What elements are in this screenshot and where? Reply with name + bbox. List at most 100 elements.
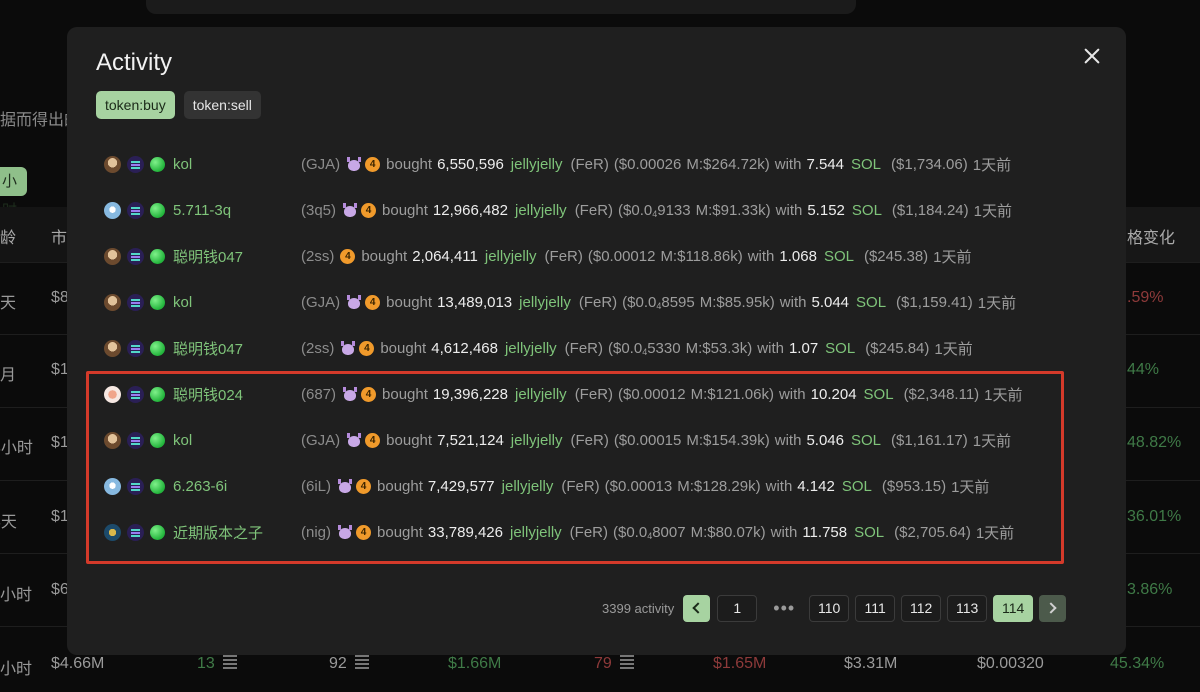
token-price: ($0.00012 — [588, 248, 656, 265]
usd-value: ($953.15) — [881, 477, 947, 495]
trader-name[interactable]: 聪明钱047 — [173, 338, 301, 359]
page-button[interactable]: 111 — [855, 594, 896, 622]
avatar[interactable] — [104, 523, 121, 541]
devil-icon — [342, 202, 358, 218]
trader-name[interactable]: kol — [173, 156, 301, 173]
sol-amount: 5.152 — [807, 201, 845, 219]
with-label: with — [778, 385, 806, 403]
timestamp: 1天前 — [934, 340, 973, 358]
trader-name[interactable]: 聪明钱047 — [173, 246, 301, 267]
token-symbol: (FeR) — [578, 293, 618, 311]
solana-icon — [127, 293, 144, 311]
market-cap: M:$80.07k) — [690, 523, 766, 541]
token-name[interactable]: jellyjelly — [511, 156, 563, 173]
token-name[interactable]: jellyjelly — [515, 386, 567, 403]
row-icons — [104, 523, 173, 541]
next-page-button[interactable] — [1039, 594, 1067, 622]
solana-icon — [127, 477, 144, 495]
market-cap: M:$118.86k) — [660, 247, 743, 265]
avatar[interactable] — [104, 155, 121, 173]
avatar[interactable] — [104, 477, 121, 495]
trader-name[interactable]: 聪明钱024 — [173, 384, 301, 405]
trader-address: (GJA) — [301, 293, 341, 311]
level-badge: 4 — [365, 294, 381, 310]
close-icon[interactable] — [1080, 44, 1104, 68]
activity-list: kol (GJA) 4 bought 6,550,596 jellyjelly (FeR)(… — [104, 141, 1094, 555]
trader-address: (2ss) — [301, 247, 335, 265]
avatar[interactable] — [104, 431, 121, 449]
sol-label: SOL — [854, 523, 885, 541]
price-digits: 8007 — [652, 523, 686, 541]
usd-value: ($2,348.11) — [903, 385, 980, 403]
page-button-current[interactable]: 114 — [993, 594, 1034, 622]
price-value: ($0.0 — [607, 339, 643, 357]
trader-name[interactable]: kol — [173, 432, 301, 449]
background-change: 36.01% — [1127, 508, 1182, 525]
trader-address: (GJA) — [301, 155, 341, 173]
usd-value: ($1,734.06) — [891, 155, 968, 173]
token-name[interactable]: jellyjelly — [502, 478, 554, 495]
background-col-market: 市 — [51, 230, 68, 247]
sol-label: SOL — [851, 201, 882, 219]
background-age: 3小时 — [0, 440, 33, 457]
green-status-icon — [150, 478, 165, 494]
trader-address: (6iL) — [301, 477, 332, 495]
activity-row: kol (GJA) 4 bought 6,550,596 jellyjelly (FeR) (… — [104, 141, 1094, 187]
token-amount: 12,966,482 — [432, 201, 508, 219]
market-cap: M:$53.3k) — [685, 339, 753, 357]
trader-name[interactable]: 5.711-3q — [173, 202, 301, 219]
price-value: ($0.00013 — [604, 477, 673, 495]
solana-icon — [127, 385, 144, 403]
usd-value: ($1,159.41) — [896, 293, 973, 311]
avatar[interactable] — [104, 385, 121, 403]
usd-value: ($2,705.64) — [894, 523, 971, 541]
trader-name[interactable]: 6.263-6i — [173, 478, 301, 495]
sol-label: SOL — [823, 247, 854, 265]
usd-value: ($245.38) — [863, 247, 929, 265]
page-button[interactable]: 112 — [901, 594, 942, 622]
activity-row: 聪明钱047 (2ss) 4 bought 4,612,468 jellyjelly (Fe… — [104, 325, 1094, 371]
token-name[interactable]: jellyjelly — [505, 340, 557, 357]
token-price: ($0.049133 — [618, 202, 691, 219]
price-digits: 9133 — [657, 201, 691, 219]
background-bottom-count: 92 — [329, 655, 369, 673]
devil-icon — [337, 478, 353, 494]
activity-row: 5.711-3q (3q5) 4 bought 12,966,482 jellyjelly… — [104, 187, 1094, 233]
background-bottom-volume: $1.65M — [713, 655, 767, 672]
trader-name[interactable]: kol — [173, 294, 301, 311]
background-bottom-count: 13 — [197, 655, 237, 673]
background-bottom-total: $3.31M — [844, 655, 898, 672]
sol-label: SOL — [851, 155, 882, 173]
token-symbol: (FeR) — [561, 477, 600, 495]
avatar[interactable] — [104, 247, 121, 265]
token-name[interactable]: jellyjelly — [510, 524, 562, 541]
trader-name[interactable]: 近期版本之子 — [173, 522, 301, 543]
avatar[interactable] — [104, 293, 121, 311]
price-digits: 5330 — [647, 339, 681, 357]
tab-token-sell[interactable]: token:sell — [183, 91, 261, 119]
token-name[interactable]: jellyjelly — [511, 432, 563, 449]
page-button[interactable]: 113 — [947, 594, 988, 622]
token-name[interactable]: jellyjelly — [519, 294, 571, 311]
background-bottom-count-value: 79 — [594, 655, 612, 672]
level-badge: 4 — [356, 524, 372, 540]
price-value: ($0.0 — [613, 523, 648, 541]
token-name[interactable]: jellyjelly — [485, 248, 537, 265]
avatar[interactable] — [104, 339, 121, 357]
with-label: with — [775, 201, 803, 219]
row-icons — [104, 385, 173, 403]
avatar[interactable] — [104, 201, 121, 219]
page-button[interactable]: 110 — [809, 594, 850, 622]
row-icons — [104, 247, 173, 265]
background-change: 44% — [1127, 361, 1160, 378]
action-verb: bought — [361, 247, 408, 265]
prev-page-button[interactable] — [683, 594, 711, 622]
background-age: 天 — [0, 295, 17, 312]
sol-amount: 5.044 — [811, 293, 850, 311]
page-button-first[interactable]: 1 — [717, 594, 758, 622]
tab-token-buy[interactable]: token:buy — [96, 91, 175, 119]
sol-amount: 1.07 — [788, 339, 819, 357]
background-time-filter: 小时 — [0, 167, 27, 219]
token-name[interactable]: jellyjelly — [515, 202, 567, 219]
background-bottom-volume: $1.66M — [448, 655, 502, 672]
